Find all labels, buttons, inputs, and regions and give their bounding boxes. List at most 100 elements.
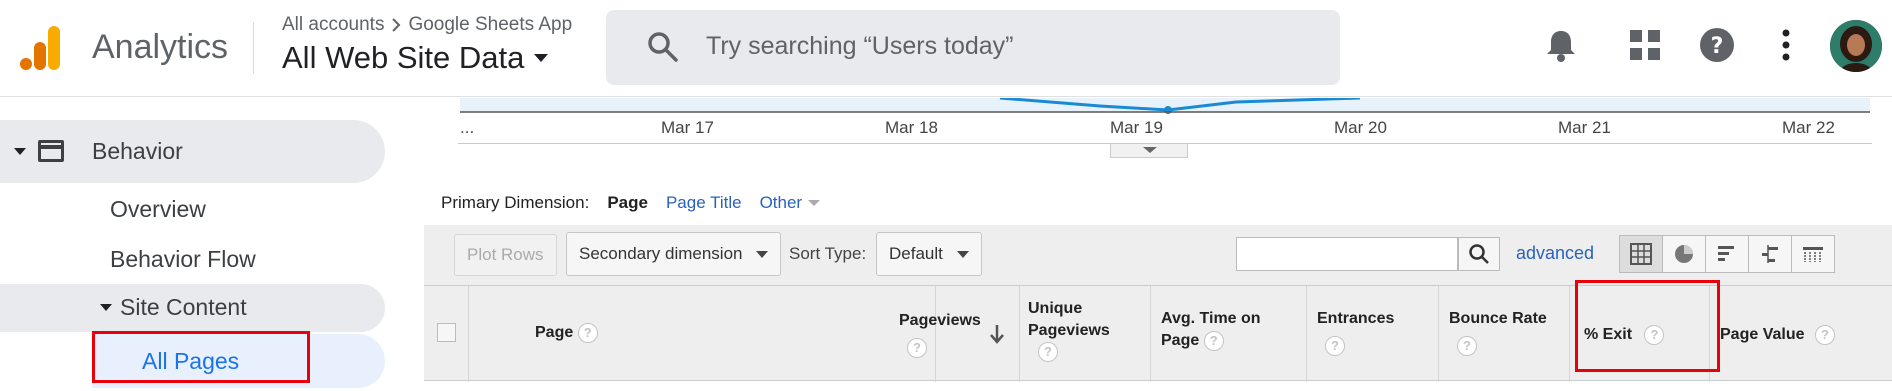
- pie-view-button[interactable]: [1662, 235, 1706, 273]
- breadcrumb-account[interactable]: All accounts: [282, 14, 384, 36]
- x-tick-label: Mar 17: [661, 118, 714, 137]
- help-icon[interactable]: ?: [1814, 324, 1835, 345]
- notifications-bell-icon[interactable]: [1540, 24, 1582, 66]
- secondary-dimension-dropdown[interactable]: Secondary dimension: [566, 232, 782, 276]
- comparison-icon: [1762, 245, 1778, 263]
- table-filter-input[interactable]: [1236, 237, 1458, 271]
- x-tick-label: Mar 21: [1558, 118, 1611, 137]
- behavior-icon: [38, 140, 64, 162]
- svg-text:?: ?: [1711, 34, 1724, 59]
- primary-dimension-bar: Primary Dimension: Page Page Title Other: [441, 193, 821, 213]
- table-first-row: [424, 382, 1892, 391]
- column-header-bounce-rate[interactable]: Bounce Rate ?: [1439, 286, 1570, 382]
- table-toolbar: Plot Rows Secondary dimension Sort Type:…: [424, 225, 1892, 287]
- table-search-button[interactable]: [1458, 237, 1500, 271]
- highlight-box: [92, 331, 310, 383]
- more-vert-icon[interactable]: [1765, 24, 1807, 66]
- dimension-other-label: Other: [759, 193, 803, 212]
- breadcrumb-property[interactable]: Google Sheets App: [408, 14, 572, 36]
- sidebar-item-behavior[interactable]: Behavior: [0, 120, 385, 183]
- grid-view-icon: [1630, 243, 1652, 265]
- view-type-selector: [1619, 235, 1835, 273]
- sort-type-dropdown[interactable]: Default: [876, 232, 982, 276]
- search-placeholder[interactable]: Try searching “Users today”: [706, 32, 1014, 61]
- header-divider: [253, 22, 254, 74]
- view-selector[interactable]: All Web Site Data: [282, 40, 549, 76]
- performance-view-button[interactable]: [1705, 235, 1749, 273]
- column-label: Page ?: [535, 322, 598, 344]
- table-view-button[interactable]: [1619, 235, 1663, 273]
- apps-grid-icon[interactable]: [1624, 24, 1666, 66]
- chart-collapse-handle[interactable]: [1110, 144, 1188, 158]
- view-name[interactable]: All Web Site Data: [282, 40, 524, 76]
- dimension-page[interactable]: Page: [607, 193, 648, 213]
- sidebar-item-overview[interactable]: Overview: [110, 196, 206, 223]
- secondary-dimension-label: Secondary dimension: [579, 244, 743, 263]
- column-header-avg-time-on-page[interactable]: Avg. Time on Page ?: [1151, 286, 1307, 382]
- sidebar-item-site-content[interactable]: Site Content: [0, 284, 385, 332]
- dimension-other[interactable]: Other: [760, 193, 821, 213]
- expand-arrow-icon: [100, 304, 112, 311]
- help-icon[interactable]: ?: [1203, 330, 1224, 351]
- pie-chart-icon: [1675, 245, 1693, 263]
- left-nav: Behavior Overview Behavior Flow Site Con…: [0, 98, 403, 391]
- column-label: Bounce Rate: [1449, 310, 1547, 327]
- sidebar-item-label: Site Content: [120, 294, 247, 320]
- highlight-box: [1575, 280, 1720, 372]
- dimension-page-title[interactable]: Page Title: [666, 193, 742, 213]
- help-icon[interactable]: ?: [1457, 336, 1477, 356]
- sidebar-item-behavior-flow[interactable]: Behavior Flow: [110, 246, 256, 273]
- x-tick-label: Mar 19: [1110, 118, 1163, 137]
- avatar-image-icon: [1830, 20, 1882, 72]
- primary-dimension-label: Primary Dimension:: [441, 193, 590, 212]
- x-tick-label: ...: [460, 118, 475, 137]
- x-tick-label: Mar 22: [1782, 118, 1835, 137]
- top-header: Analytics All accounts Google Sheets App…: [0, 0, 1892, 97]
- chart-x-axis: ... Mar 17 Mar 18 Mar 19 Mar 20 Mar 21 M…: [460, 118, 1880, 142]
- caret-down-icon: [808, 200, 821, 206]
- caret-down-icon: [534, 54, 549, 62]
- column-header-pageviews[interactable]: Pageviews ?: [889, 286, 1020, 382]
- brand-name: Analytics: [92, 28, 229, 66]
- help-icon[interactable]: ?: [907, 338, 927, 358]
- column-label-text: Page Value: [1720, 326, 1805, 343]
- help-icon[interactable]: ?: [577, 322, 598, 343]
- advanced-filter-link[interactable]: advanced: [1516, 243, 1594, 264]
- search-icon: [648, 32, 678, 62]
- analytics-logo-icon[interactable]: [20, 26, 62, 70]
- column-header-page-value[interactable]: Page Value ?: [1710, 286, 1892, 382]
- chevron-right-icon: [392, 18, 401, 32]
- caret-down-icon: [756, 250, 769, 258]
- sort-type-label: Sort Type:: [789, 244, 867, 263]
- column-label: Avg. Time on Page ?: [1161, 308, 1281, 352]
- help-icon[interactable]: ?: [1325, 336, 1345, 356]
- select-all-column: [424, 286, 469, 382]
- expand-arrow-icon: [14, 148, 26, 155]
- x-tick-label: Mar 20: [1334, 118, 1387, 137]
- report-content: ... Mar 17 Mar 18 Mar 19 Mar 20 Mar 21 M…: [424, 98, 1892, 391]
- x-tick-label: Mar 18: [885, 118, 938, 137]
- sort-type-value: Default: [889, 244, 943, 263]
- plot-rows-button[interactable]: Plot Rows: [454, 234, 557, 276]
- help-icon[interactable]: ?: [1696, 24, 1738, 66]
- pivot-view-button[interactable]: [1791, 235, 1835, 273]
- column-label: Pageviews: [899, 312, 981, 329]
- search-icon: [1469, 244, 1489, 264]
- user-avatar[interactable]: [1830, 20, 1882, 72]
- help-icon[interactable]: ?: [1038, 342, 1058, 362]
- chart-data-point[interactable]: [1164, 106, 1172, 114]
- search-bar[interactable]: Try searching “Users today”: [606, 10, 1340, 85]
- select-all-checkbox[interactable]: [437, 323, 456, 342]
- sort-descending-arrow-icon[interactable]: [989, 324, 1005, 344]
- column-header-page[interactable]: Page ?: [469, 286, 936, 382]
- column-label-text: Page: [535, 324, 574, 341]
- column-header-unique-pageviews[interactable]: Unique Pageviews ?: [1020, 286, 1151, 382]
- column-label: Entrances: [1317, 310, 1395, 327]
- pivot-table-icon: [1803, 247, 1823, 262]
- account-breadcrumb[interactable]: All accounts Google Sheets App: [282, 14, 572, 36]
- column-label: Page Value ?: [1720, 324, 1835, 346]
- caret-down-icon: [956, 250, 969, 258]
- comparison-view-button[interactable]: [1748, 235, 1792, 273]
- sidebar-item-label: Behavior: [92, 138, 183, 164]
- column-header-entrances[interactable]: Entrances ?: [1307, 286, 1439, 382]
